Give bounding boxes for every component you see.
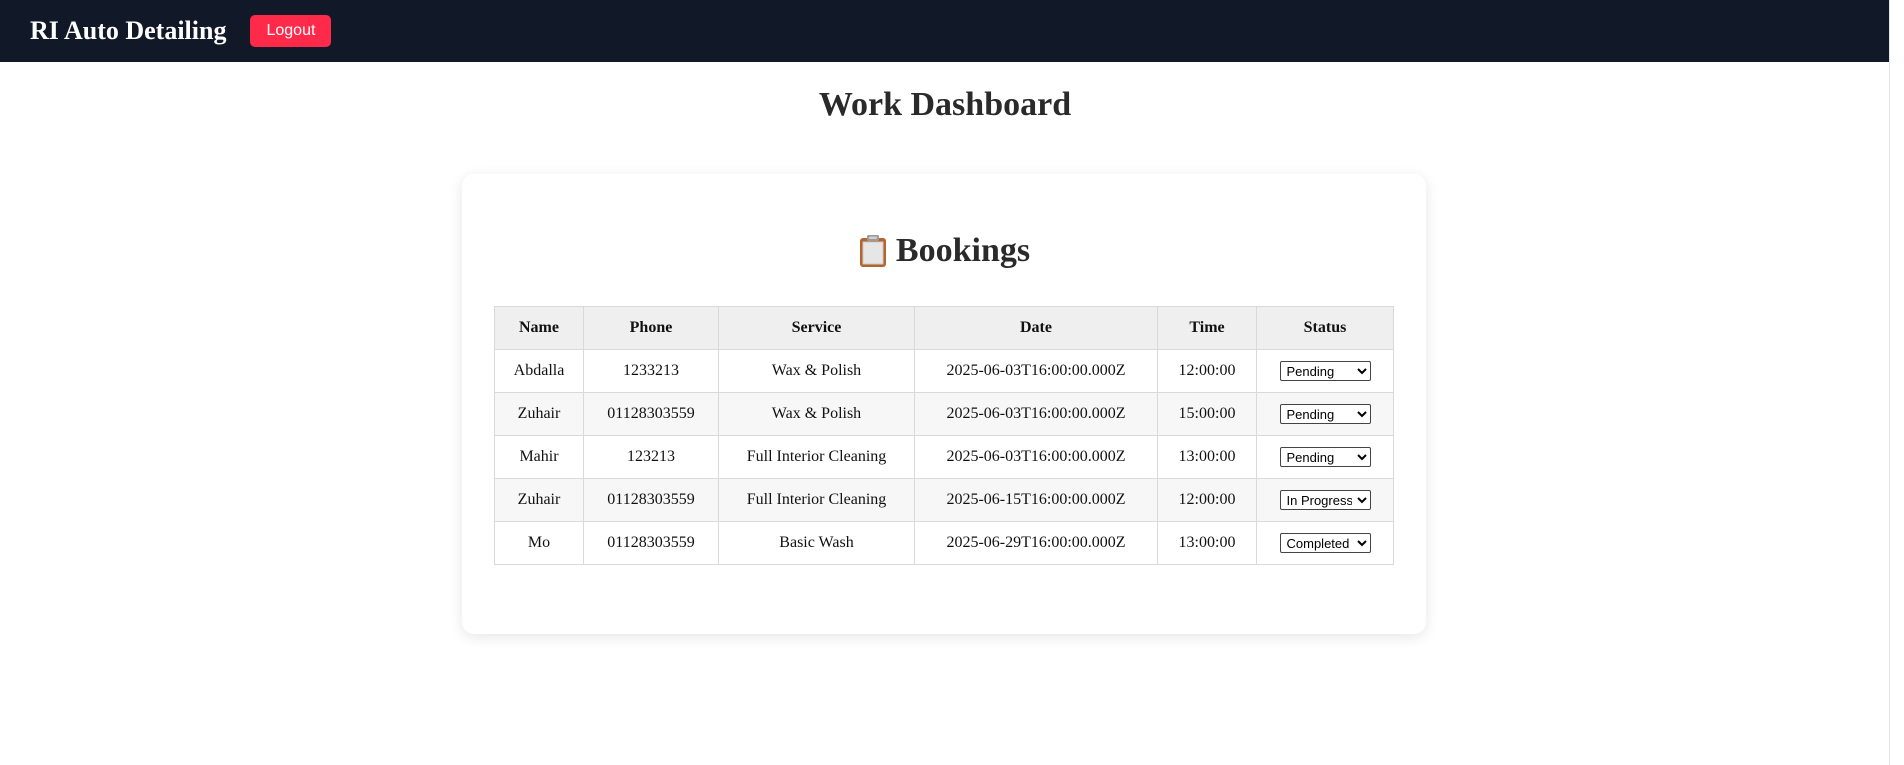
table-row: Mo 01128303559 Basic Wash 2025-06-29T16:00:… <box>494 521 1394 565</box>
cell-date: 2025-06-15T16:00:00.000Z <box>914 478 1158 522</box>
cell-service: Basic Wash <box>718 521 915 565</box>
table-row: Mahir 123213 Full Interior Cleaning 2025-06… <box>494 435 1394 479</box>
table-row: Zuhair 01128303559 Wax & Polish 2025-06-03T… <box>494 392 1394 436</box>
clipboard-icon <box>858 234 888 268</box>
cell-status: PendingIn ProgressCompleted <box>1256 349 1394 393</box>
status-select[interactable]: PendingIn ProgressCompleted <box>1279 490 1371 510</box>
bookings-table: Name Phone Service Date Time Status Abda… <box>494 306 1394 565</box>
cell-time: 13:00:00 <box>1157 521 1257 565</box>
cell-date: 2025-06-03T16:00:00.000Z <box>914 392 1158 436</box>
cell-date: 2025-06-03T16:00:00.000Z <box>914 349 1158 393</box>
vertical-scrollbar[interactable] <box>1889 0 1904 765</box>
bookings-card: Bookings Name Phone Service Date Time St… <box>462 174 1426 634</box>
bookings-heading: Bookings <box>462 232 1426 270</box>
bookings-table-body: Abdalla 1233213 Wax & Polish 2025-06-03T16:… <box>494 349 1394 565</box>
cell-time: 13:00:00 <box>1157 435 1257 479</box>
column-header-phone: Phone <box>583 306 719 350</box>
cell-phone: 01128303559 <box>583 392 719 436</box>
cell-date: 2025-06-03T16:00:00.000Z <box>914 435 1158 479</box>
cell-name: Zuhair <box>494 478 584 522</box>
cell-service: Full Interior Cleaning <box>718 435 915 479</box>
page-title: Work Dashboard <box>818 86 1072 123</box>
cell-status: PendingIn ProgressCompleted <box>1256 392 1394 436</box>
cell-phone: 01128303559 <box>583 521 719 565</box>
cell-name: Mahir <box>494 435 584 479</box>
cell-status: PendingIn ProgressCompleted <box>1256 478 1394 522</box>
column-header-name: Name <box>494 306 584 350</box>
cell-name: Zuhair <box>494 392 584 436</box>
brand-title: RI Auto Detailing <box>30 16 227 45</box>
cell-service: Wax & Polish <box>718 392 915 436</box>
status-select[interactable]: PendingIn ProgressCompleted <box>1279 533 1371 553</box>
column-header-date: Date <box>914 306 1158 350</box>
top-navbar: RI Auto Detailing Logout <box>0 0 1890 62</box>
cell-name: Abdalla <box>494 349 584 393</box>
cell-date: 2025-06-29T16:00:00.000Z <box>914 521 1158 565</box>
table-row: Abdalla 1233213 Wax & Polish 2025-06-03T16:… <box>494 349 1394 393</box>
cell-status: PendingIn ProgressCompleted <box>1256 521 1394 565</box>
cell-phone: 123213 <box>583 435 719 479</box>
column-header-service: Service <box>718 306 915 350</box>
cell-time: 15:00:00 <box>1157 392 1257 436</box>
status-select[interactable]: PendingIn ProgressCompleted <box>1279 361 1371 381</box>
cell-status: PendingIn ProgressCompleted <box>1256 435 1394 479</box>
column-header-status: Status <box>1256 306 1394 350</box>
status-select[interactable]: PendingIn ProgressCompleted <box>1279 404 1371 424</box>
cell-time: 12:00:00 <box>1157 349 1257 393</box>
status-select[interactable]: PendingIn ProgressCompleted <box>1279 447 1371 467</box>
cell-phone: 1233213 <box>583 349 719 393</box>
bookings-title: Bookings <box>895 232 1031 269</box>
cell-time: 12:00:00 <box>1157 478 1257 522</box>
cell-name: Mo <box>494 521 584 565</box>
column-header-time: Time <box>1157 306 1257 350</box>
table-row: Zuhair 01128303559 Full Interior Cleaning 2… <box>494 478 1394 522</box>
table-header-row: Name Phone Service Date Time Status <box>494 306 1394 350</box>
cell-service: Full Interior Cleaning <box>718 478 915 522</box>
cell-phone: 01128303559 <box>583 478 719 522</box>
cell-service: Wax & Polish <box>718 349 915 393</box>
logout-button[interactable]: Logout <box>250 15 332 47</box>
